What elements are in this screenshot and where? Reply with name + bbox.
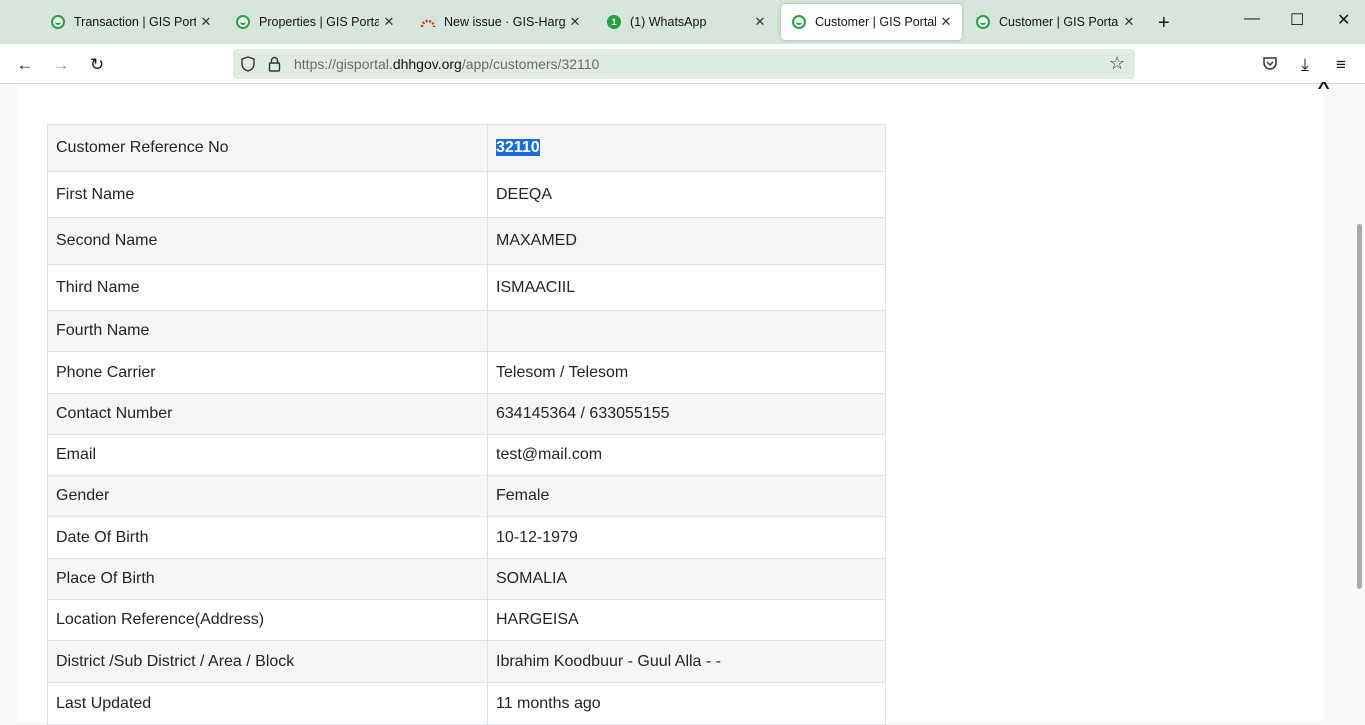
field-label: Place Of Birth — [47, 558, 488, 600]
nav-toolbar: ← → ↻ https://gisportal.dhhgov.org/app/c… — [0, 44, 1365, 84]
field-value: 32110 — [487, 124, 886, 172]
field-value: Ibrahim Koodbuur - Guul Alla - - — [487, 640, 886, 683]
tab-title: Customer | GIS Portal — [815, 15, 936, 29]
gis-portal-icon — [50, 14, 66, 30]
field-value: 634145364 / 633055155 — [487, 393, 886, 435]
forward-icon[interactable]: → — [50, 54, 72, 76]
field-value: MAXAMED — [487, 217, 886, 265]
field-label: Contact Number — [47, 393, 488, 435]
gitlab-icon — [420, 14, 436, 30]
field-value: 11 months ago — [487, 682, 886, 725]
field-label: First Name — [47, 171, 488, 218]
gis-portal-icon — [975, 14, 991, 30]
maximize-icon[interactable]: ☐ — [1290, 10, 1304, 30]
minimize-icon[interactable]: — — [1244, 10, 1260, 28]
customer-details-table: Customer Reference No 32110 First Name D… — [47, 124, 886, 725]
field-label: Gender — [47, 475, 488, 517]
field-label: Phone Carrier — [47, 351, 488, 394]
collapse-chevron-icon[interactable]: ^ — [1318, 80, 1330, 98]
table-row: Fourth Name — [47, 310, 886, 352]
close-icon[interactable]: ✕ — [379, 14, 399, 30]
field-value: ISMAACIIL — [487, 264, 886, 311]
field-label: Fourth Name — [47, 310, 488, 352]
table-row: Location Reference(Address) HARGEISA — [47, 599, 886, 641]
close-icon[interactable]: ✕ — [750, 14, 770, 30]
reload-icon[interactable]: ↻ — [86, 54, 108, 76]
window-close-icon[interactable]: ✕ — [1337, 10, 1350, 30]
field-label: Last Updated — [47, 682, 488, 725]
tab-transaction[interactable]: Transaction | GIS Portal ✕ — [40, 4, 222, 40]
tab-customer-active[interactable]: Customer | GIS Portal ✕ — [781, 4, 962, 40]
field-label: Location Reference(Address) — [47, 599, 488, 641]
tab-title: Transaction | GIS Portal — [74, 15, 196, 29]
field-value: Female — [487, 475, 886, 517]
field-label: Second Name — [47, 217, 488, 265]
field-value: 10-12-1979 — [487, 516, 886, 559]
table-row: Email test@mail.com — [47, 434, 886, 476]
close-icon[interactable]: ✕ — [196, 14, 216, 30]
field-value: Telesom / Telesom — [487, 351, 886, 394]
tab-new-issue[interactable]: New issue · GIS-Hargesi ✕ — [410, 4, 591, 40]
whatsapp-icon: 1 — [606, 14, 622, 30]
table-row: Second Name MAXAMED — [47, 217, 886, 265]
field-value — [487, 310, 886, 352]
field-value: test@mail.com — [487, 434, 886, 476]
pocket-icon[interactable] — [1262, 56, 1278, 71]
tab-customer[interactable]: Customer | GIS Portal ✕ — [965, 4, 1145, 40]
gis-portal-icon — [235, 14, 251, 30]
scrollbar[interactable] — [1357, 224, 1362, 589]
field-label: District /Sub District / Area / Block — [47, 640, 488, 683]
back-icon[interactable]: ← — [14, 54, 36, 76]
tab-title: Properties | GIS Portal — [259, 15, 379, 29]
tab-properties[interactable]: Properties | GIS Portal ✕ — [225, 4, 405, 40]
close-icon[interactable]: ✕ — [1119, 14, 1139, 30]
tab-title: Customer | GIS Portal — [999, 15, 1119, 29]
tab-title: (1) WhatsApp — [630, 15, 707, 29]
lock-icon — [268, 56, 281, 72]
close-icon[interactable]: ✕ — [936, 14, 956, 30]
field-label: Email — [47, 434, 488, 476]
table-row: Contact Number 634145364 / 633055155 — [47, 393, 886, 435]
table-row: Phone Carrier Telesom / Telesom — [47, 351, 886, 394]
close-icon[interactable]: ✕ — [565, 14, 585, 30]
address-bar[interactable]: https://gisportal.dhhgov.org/app/custome… — [233, 49, 1135, 79]
url-text[interactable]: https://gisportal.dhhgov.org/app/custome… — [294, 56, 599, 72]
table-row: Place Of Birth SOMALIA — [47, 558, 886, 600]
table-row: Last Updated 11 months ago — [47, 682, 886, 725]
bookmark-star-icon[interactable]: ☆ — [1109, 53, 1125, 74]
table-row: Gender Female — [47, 475, 886, 517]
table-row: First Name DEEQA — [47, 171, 886, 218]
field-label: Third Name — [47, 264, 488, 311]
table-row: Date Of Birth 10-12-1979 — [47, 516, 886, 559]
table-row: Customer Reference No 32110 — [47, 124, 886, 172]
field-label: Date Of Birth — [47, 516, 488, 559]
reference-number[interactable]: 32110 — [496, 139, 540, 156]
shield-icon — [241, 56, 255, 72]
tab-whatsapp[interactable]: 1 (1) WhatsApp ✕ — [596, 4, 776, 40]
table-row: District /Sub District / Area / Block Ib… — [47, 640, 886, 683]
gis-portal-icon — [791, 14, 807, 30]
field-value: HARGEISA — [487, 599, 886, 641]
tab-strip: Transaction | GIS Portal ✕ Properties | … — [0, 0, 1365, 44]
download-icon[interactable]: ⤓ — [1294, 54, 1316, 76]
field-value: DEEQA — [487, 171, 886, 218]
field-value: SOMALIA — [487, 558, 886, 600]
table-row: Third Name ISMAACIIL — [47, 264, 886, 311]
new-tab-button[interactable]: + — [1158, 12, 1170, 35]
field-label: Customer Reference No — [47, 124, 488, 172]
tab-title: New issue · GIS-Hargesi — [444, 15, 565, 29]
menu-icon[interactable]: ≡ — [1330, 54, 1352, 76]
